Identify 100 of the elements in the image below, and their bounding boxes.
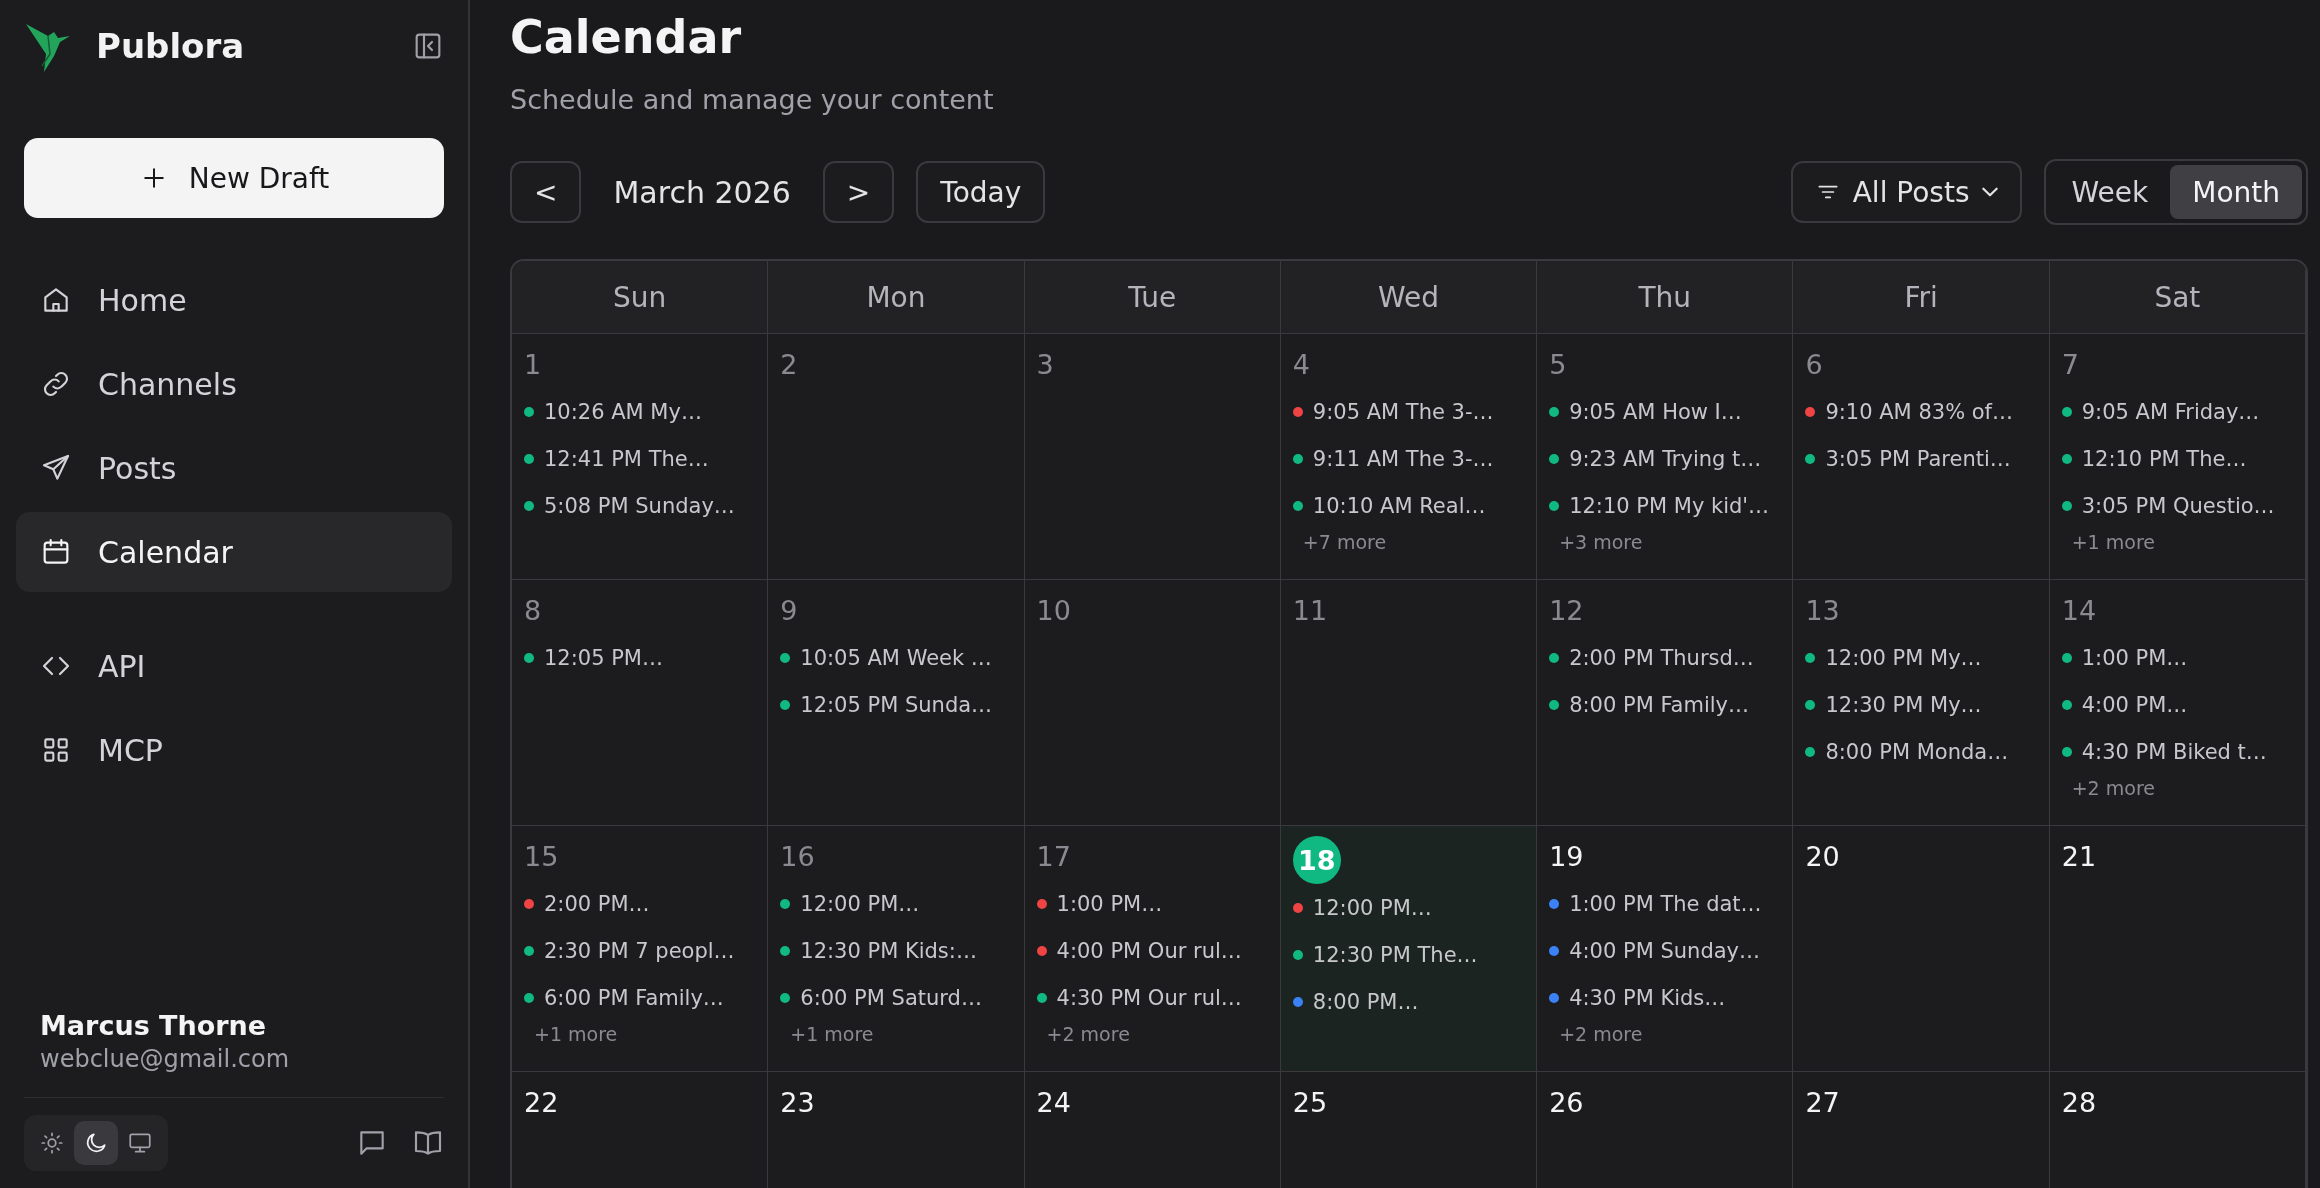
- day-cell[interactable]: 8 12:05 PM…: [512, 580, 769, 826]
- day-cell[interactable]: 6 9:10 AM 83% of… 3:05 PM Parenti…: [1793, 334, 2050, 580]
- day-cell[interactable]: 16 12:00 PM… 12:30 PM Kids:… 6:00 PM Saturd… +1 more: [768, 826, 1025, 1072]
- scheduled-post[interactable]: 9:11 AM The 3-…: [1292, 435, 1494, 482]
- more-posts-link[interactable]: +2 more: [1549, 1023, 1643, 1045]
- day-cell[interactable]: 3: [1024, 334, 1281, 580]
- more-posts-link[interactable]: +7 more: [1292, 531, 1387, 553]
- scheduled-post[interactable]: 12:30 PM The…: [1292, 931, 1478, 978]
- day-cell[interactable]: 20: [1793, 826, 2050, 1072]
- scheduled-post[interactable]: 5:08 PM Sunday…: [524, 482, 735, 529]
- day-cell[interactable]: 15 2:00 PM… 2:30 PM 7 peopl… 6:00 PM Family… +1 more: [512, 826, 769, 1072]
- day-number: 18: [1292, 836, 1341, 884]
- scheduled-post[interactable]: 2:00 PM Thursd…: [1549, 634, 1754, 681]
- nav-item[interactable]: API: [16, 626, 452, 706]
- scheduled-post[interactable]: 9:05 AM The 3-…: [1292, 388, 1494, 435]
- scheduled-post[interactable]: 10:05 AM Week …: [780, 634, 992, 681]
- brand-name: Publora: [96, 26, 246, 66]
- day-number: 23: [780, 1085, 815, 1120]
- scheduled-post[interactable]: 9:05 AM Friday…: [2061, 388, 2260, 435]
- scheduled-post[interactable]: 9:23 AM Trying t…: [1549, 435, 1762, 482]
- scheduled-post[interactable]: 12:00 PM…: [1292, 884, 1432, 931]
- today-button[interactable]: Today: [916, 161, 1046, 223]
- nav-item[interactable]: Channels: [16, 344, 452, 424]
- scheduled-post[interactable]: 12:41 PM The…: [524, 435, 709, 482]
- scheduled-post[interactable]: 4:30 PM Kids…: [1549, 974, 1726, 1021]
- scheduled-post[interactable]: 4:00 PM Our rul…: [1036, 927, 1242, 974]
- scheduled-post[interactable]: 9:05 AM How I…: [1549, 388, 1742, 435]
- scheduled-post[interactable]: 6:00 PM Saturd…: [780, 974, 982, 1021]
- view-tab[interactable]: Month: [2170, 165, 2302, 219]
- day-number: 19: [1549, 839, 1584, 874]
- day-cell[interactable]: 19 1:00 PM The dat… 4:00 PM Sunday… 4:30 PM Kids… +2 more: [1537, 826, 1794, 1072]
- more-posts-link[interactable]: +1 more: [780, 1023, 874, 1045]
- nav-item[interactable]: Posts: [16, 428, 452, 508]
- scheduled-post[interactable]: 10:26 AM My…: [524, 388, 702, 435]
- scheduled-post[interactable]: 12:30 PM My…: [1805, 681, 1982, 728]
- scheduled-post[interactable]: 8:00 PM Monda…: [1805, 728, 2009, 775]
- scheduled-post[interactable]: 1:00 PM…: [2061, 634, 2188, 681]
- scheduled-post[interactable]: 12:10 PM The…: [2061, 435, 2247, 482]
- nav-item[interactable]: Calendar: [16, 512, 452, 592]
- new-draft-button[interactable]: New Draft: [24, 138, 444, 218]
- scheduled-post[interactable]: 12:05 PM Sunda…: [780, 681, 993, 728]
- scheduled-post[interactable]: 8:00 PM…: [1292, 978, 1419, 1025]
- more-posts-link[interactable]: +2 more: [2061, 777, 2155, 799]
- day-number: 11: [1292, 593, 1328, 628]
- day-number: 21: [2061, 839, 2097, 874]
- scheduled-post[interactable]: 3:05 PM Questio…: [2061, 482, 2275, 529]
- scheduled-post[interactable]: 8:00 PM Family…: [1549, 681, 1749, 728]
- nav-item[interactable]: Home: [16, 260, 452, 340]
- scheduled-post[interactable]: 4:00 PM Sunday…: [1549, 927, 1760, 974]
- day-cell[interactable]: 1 10:26 AM My… 12:41 PM The… 5:08 PM Sunday…: [512, 334, 769, 580]
- day-cell[interactable]: 2: [768, 334, 1025, 580]
- day-cell[interactable]: 5 9:05 AM How I… 9:23 AM Trying t… 12:10 PM My kid'… +3 more: [1537, 334, 1794, 580]
- day-number: 24: [1036, 1085, 1071, 1120]
- day-cell[interactable]: 13 12:00 PM My… 12:30 PM My… 8:00 PM Monda…: [1793, 580, 2050, 826]
- day-cell[interactable]: 21: [2049, 826, 2306, 1072]
- scheduled-post[interactable]: 4:00 PM…: [2061, 681, 2188, 728]
- scheduled-post[interactable]: 1:00 PM…: [1036, 880, 1163, 927]
- scheduled-post[interactable]: 9:10 AM 83% of…: [1805, 388, 2013, 435]
- day-cell[interactable]: 10: [1024, 580, 1281, 826]
- day-cell[interactable]: 9 10:05 AM Week … 12:05 PM Sunda…: [768, 580, 1025, 826]
- scheduled-post[interactable]: 12:00 PM My…: [1805, 634, 1982, 681]
- previous-month-button[interactable]: <: [510, 161, 582, 223]
- day-number: 3: [1036, 347, 1054, 382]
- view-tab[interactable]: Week: [2049, 165, 2171, 219]
- scheduled-post[interactable]: 12:00 PM…: [780, 880, 920, 927]
- day-cell[interactable]: 12 2:00 PM Thursd… 8:00 PM Family…: [1537, 580, 1794, 826]
- day-cell[interactable]: 7 9:05 AM Friday… 12:10 PM The… 3:05 PM Questio… +1 more: [2049, 334, 2306, 580]
- more-posts-link[interactable]: +1 more: [524, 1023, 618, 1045]
- scheduled-post[interactable]: 12:30 PM Kids:…: [780, 927, 977, 974]
- theme-button[interactable]: [74, 1121, 118, 1165]
- day-number: 8: [524, 593, 542, 628]
- scheduled-post[interactable]: 4:30 PM Our rul…: [1036, 974, 1242, 1021]
- more-posts-link[interactable]: +2 more: [1036, 1023, 1130, 1045]
- day-cell[interactable]: 17 1:00 PM… 4:00 PM Our rul… 4:30 PM Our rul… +2 more: [1024, 826, 1281, 1072]
- scheduled-post[interactable]: 2:00 PM…: [524, 880, 650, 927]
- user-name: Marcus Thorne: [39, 1010, 268, 1041]
- day-cell[interactable]: 11: [1280, 580, 1538, 826]
- month-label: March 2026: [612, 174, 792, 210]
- filter-dropdown[interactable]: All Posts: [1790, 161, 2022, 223]
- page-subtitle: Schedule and manage your content: [510, 84, 995, 115]
- scheduled-post[interactable]: 12:10 PM My kid'…: [1549, 482, 1770, 529]
- day-number: 28: [2061, 1085, 2097, 1120]
- chevron-down-icon: [1981, 187, 1998, 197]
- more-posts-link[interactable]: +1 more: [2061, 531, 2155, 553]
- scheduled-post[interactable]: 4:30 PM Biked t…: [2061, 728, 2267, 775]
- weekday-header: Sat: [2049, 261, 2306, 334]
- nav-item[interactable]: MCP: [16, 710, 452, 790]
- scheduled-post[interactable]: 2:30 PM 7 peopl…: [524, 927, 735, 974]
- day-cell[interactable]: 4 9:05 AM The 3-… 9:11 AM The 3-… 10:10 AM Real… +7 more: [1280, 334, 1538, 580]
- scheduled-post[interactable]: 12:05 PM…: [524, 634, 663, 681]
- weekday-header: Mon: [768, 261, 1025, 334]
- day-cell[interactable]: 14 1:00 PM… 4:00 PM… 4:30 PM Biked t… +2 more: [2049, 580, 2306, 826]
- scheduled-post[interactable]: 3:05 PM Parenti…: [1805, 435, 2011, 482]
- scheduled-post[interactable]: 6:00 PM Family…: [524, 974, 724, 1021]
- day-number: 14: [2061, 593, 2097, 628]
- scheduled-post[interactable]: 10:10 AM Real…: [1292, 482, 1486, 529]
- day-cell[interactable]: 18 12:00 PM… 12:30 PM The… 8:00 PM…: [1280, 826, 1538, 1072]
- more-posts-link[interactable]: +3 more: [1549, 531, 1643, 553]
- next-month-button[interactable]: >: [822, 161, 895, 223]
- scheduled-post[interactable]: 1:00 PM The dat…: [1549, 880, 1762, 927]
